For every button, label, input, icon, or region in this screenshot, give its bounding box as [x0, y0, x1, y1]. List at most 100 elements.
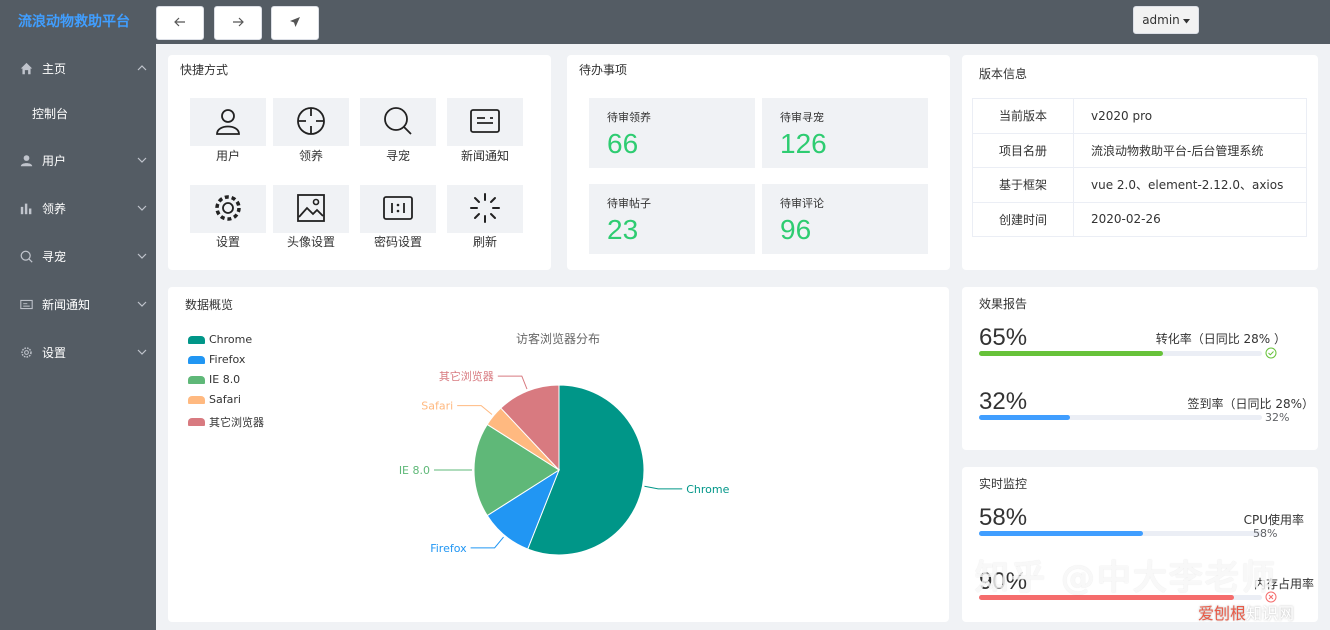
arrow-right-icon: [232, 16, 244, 30]
pie-label: Chrome: [686, 483, 729, 496]
chevron-down-icon: [134, 344, 150, 360]
shortcut-settings[interactable]: [190, 185, 266, 233]
crosshair-icon: [295, 105, 327, 140]
progress-fill: [979, 415, 1070, 420]
shortcut-adopt[interactable]: [273, 98, 349, 146]
version-title: 版本信息: [979, 67, 1028, 81]
todo-label: 待审寻宠: [780, 111, 824, 124]
menu-news-label: 新闻通知: [42, 297, 91, 312]
shortcut-refresh[interactable]: [447, 185, 523, 233]
todo-item[interactable]: 待审领养 66: [589, 98, 755, 168]
menu-news[interactable]: 新闻通知: [0, 280, 156, 328]
check-circle-icon: [1265, 347, 1277, 362]
chevron-down-icon: [134, 200, 150, 216]
version-table: 当前版本 v2020 pro 项目名册 流浪动物救助平台-后台管理系统 基于框架…: [972, 98, 1307, 237]
forward-button[interactable]: [214, 6, 262, 40]
todo-item[interactable]: 待审帖子 23: [589, 184, 755, 254]
todo-label: 待审评论: [780, 197, 824, 210]
shortcuts-title: 快捷方式: [180, 63, 229, 77]
admin-dropdown[interactable]: admin: [1133, 6, 1199, 34]
loading-icon: [469, 192, 501, 227]
shortcut-label: 新闻通知: [460, 149, 509, 163]
watermark-text: 知乎 @中大李老师: [975, 558, 1277, 598]
progress-bar: [979, 415, 1262, 420]
shortcut-password[interactable]: [360, 185, 436, 233]
table-key: 当前版本: [972, 98, 1074, 134]
shortcut-label: 密码设置: [373, 235, 422, 249]
top-header: admin: [156, 0, 1330, 44]
progress-label: 转化率（日同比 28% ）: [1155, 332, 1286, 346]
gear-icon: [212, 192, 244, 227]
progress-bar: [979, 531, 1262, 536]
progress-fill: [979, 531, 1144, 536]
progress-fill: [979, 351, 1163, 356]
paper-plane-icon: [289, 16, 301, 31]
watermark-site-a: 爱刨根: [1198, 604, 1247, 623]
menu-home[interactable]: 主页: [0, 44, 156, 92]
menu-user[interactable]: 用户: [0, 136, 156, 184]
chevron-up-icon: [134, 60, 150, 76]
table-row: 创建时间 2020-02-26: [972, 201, 1307, 237]
home-icon: [18, 60, 34, 76]
send-button[interactable]: [271, 6, 319, 40]
progress-percent: 32%: [979, 388, 1028, 415]
table-row: 当前版本 v2020 pro: [972, 98, 1307, 134]
table-value: v2020 pro: [1073, 98, 1307, 134]
shortcut-avatar[interactable]: [273, 185, 349, 233]
version-card: 版本信息 当前版本 v2020 pro 项目名册 流浪动物救助平台-后台管理系统…: [962, 55, 1318, 270]
message-icon: [18, 296, 34, 312]
shortcut-user[interactable]: [190, 98, 266, 146]
todo-count: 66: [607, 128, 639, 159]
news-card-icon: [469, 107, 501, 138]
progress-sub: 58%: [1253, 527, 1278, 540]
table-row: 基于框架 vue 2.0、element-2.12.0、axios: [972, 167, 1307, 203]
pie-label-line: [644, 485, 683, 490]
image-icon: [296, 193, 326, 226]
table-key: 基于框架: [972, 167, 1074, 203]
shortcut-seek[interactable]: [360, 98, 436, 146]
gear-icon: [18, 344, 34, 360]
progress-percent: 58%: [979, 504, 1028, 531]
pie-label: IE 8.0: [399, 464, 430, 477]
menu-seek-label: 寻宠: [42, 249, 67, 264]
pie-label-line: [457, 405, 493, 415]
menu-home-label: 主页: [42, 61, 67, 76]
pie-label: Safari: [421, 400, 453, 413]
menu-console[interactable]: 控制台: [0, 92, 156, 136]
overview-card: 数据概览 Chrome Firefox IE 8.0 Safari 其它浏览器 …: [168, 287, 949, 622]
shortcut-label: 设置: [215, 235, 240, 249]
back-button[interactable]: [156, 6, 204, 40]
user-outline-icon: [213, 106, 243, 139]
progress-label: CPU使用率: [1243, 513, 1304, 527]
table-key: 创建时间: [972, 201, 1074, 237]
shortcut-label: 用户: [215, 149, 240, 163]
brand-title: 流浪动物救助平台: [18, 14, 130, 30]
table-key: 项目名册: [972, 132, 1074, 168]
chevron-down-icon: [134, 248, 150, 264]
table-value: vue 2.0、element-2.12.0、axios: [1073, 167, 1307, 203]
admin-label: admin: [1142, 13, 1180, 27]
caret-down-icon: [1182, 13, 1190, 27]
menu-adopt[interactable]: 领养: [0, 184, 156, 232]
todo-item[interactable]: 待审评论 96: [762, 184, 928, 254]
menu-settings-label: 设置: [42, 345, 67, 360]
sidebar: 流浪动物救助平台 主页 控制台 用户 领养 寻宠 新闻通知 设置: [0, 0, 156, 630]
chevron-down-icon: [134, 296, 150, 312]
watermark-site: 爱刨根知识网: [1198, 600, 1294, 624]
pie-label: 其它浏览器: [439, 369, 494, 383]
chart-icon: [18, 200, 34, 216]
todo-item[interactable]: 待审寻宠 126: [762, 98, 928, 168]
todo-label: 待审领养: [607, 111, 651, 124]
progress-label: 签到率（日同比 28%）: [1187, 397, 1315, 411]
todo-card: 待办事项 待审领养 66 待审寻宠 126 待审帖子 23 待审评论 96: [567, 55, 950, 270]
search-icon: [18, 248, 34, 264]
menu-seek[interactable]: 寻宠: [0, 232, 156, 280]
shortcut-label: 寻宠: [385, 149, 410, 163]
todo-title: 待办事项: [579, 63, 628, 77]
menu-settings[interactable]: 设置: [0, 328, 156, 376]
chart-title: 访客浏览器分布: [516, 331, 600, 346]
progress-bar: [979, 351, 1262, 356]
shortcut-news[interactable]: [447, 98, 523, 146]
pie-label-line: [497, 375, 528, 390]
menu-adopt-label: 领养: [42, 201, 67, 216]
